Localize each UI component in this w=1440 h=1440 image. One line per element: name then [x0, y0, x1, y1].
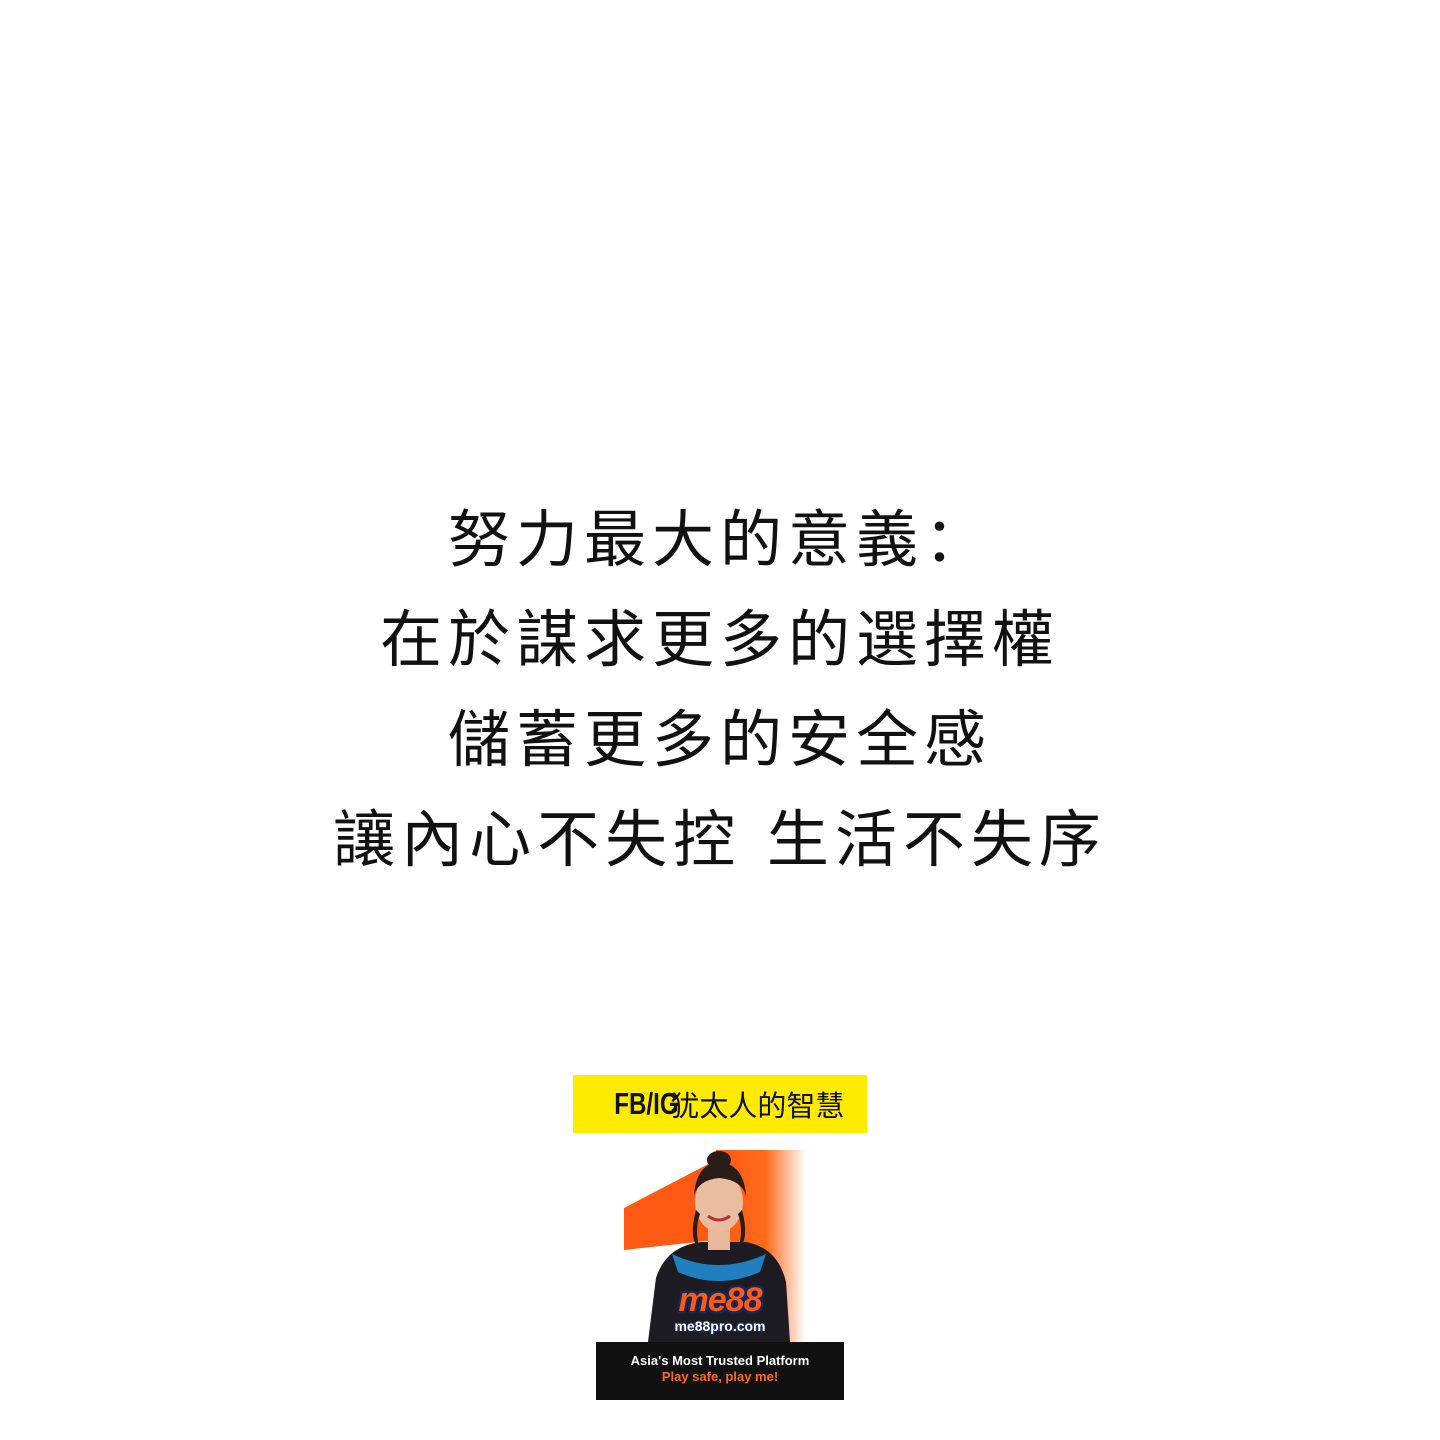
quote-line-1: 努力最大的意義：: [447, 503, 992, 576]
ad-slogan: Play safe, play me!: [661, 1369, 779, 1384]
ad-tagline: Asia's Most Trusted Platform: [630, 1353, 810, 1368]
quote-line-2: 在於謀求更多的選擇權: [379, 603, 1060, 676]
quote-line-3: 儲蓄更多的安全感: [447, 703, 992, 776]
ad-site-url[interactable]: me88pro.com: [596, 1318, 844, 1334]
ad-caption-bar: Asia's Most Trusted Platform Play safe, …: [596, 1342, 844, 1400]
source-tag: FB/IG 犹太人的智慧: [573, 1075, 867, 1133]
source-tag-name: 犹太人的智慧: [670, 1089, 845, 1123]
source-tag-prefix: FB/IG: [613, 1086, 679, 1121]
advertisement-banner[interactable]: me88 me88pro.com Asia's Most Trusted Pla…: [596, 1150, 844, 1400]
quote-line-4: 讓內心不失控 生活不失序: [333, 803, 1107, 876]
ad-brand-logo: me88: [678, 1281, 763, 1319]
quote-text: 努力最大的意義： 在於謀求更多的選擇權 儲蓄更多的安全感 讓內心不失控 生活不失…: [0, 490, 1440, 890]
